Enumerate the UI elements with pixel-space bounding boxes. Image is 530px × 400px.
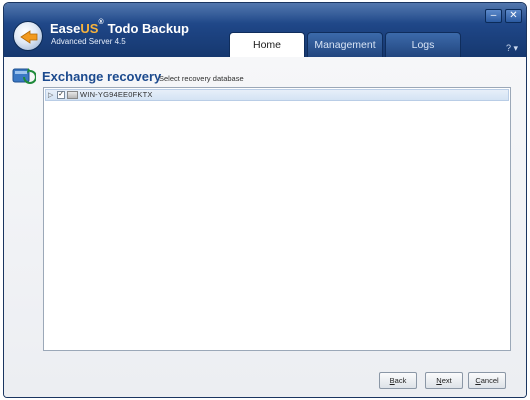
tree-item[interactable]: ▷ ✓ WIN-YG94EE0FKTX bbox=[45, 89, 509, 101]
app-logo-icon bbox=[13, 21, 43, 51]
database-tree[interactable]: ▷ ✓ WIN-YG94EE0FKTX bbox=[43, 87, 511, 351]
tab-management[interactable]: Management bbox=[307, 32, 383, 57]
brand-registered-mark: ® bbox=[98, 19, 104, 26]
app-brand: EaseUS® Todo Backup bbox=[50, 19, 189, 37]
brand-part-3: Todo Backup bbox=[107, 21, 189, 36]
main-tabs: Home Management Logs bbox=[229, 32, 463, 57]
expand-arrow-icon[interactable]: ▷ bbox=[48, 91, 53, 99]
main-window: EaseUS® Todo Backup Advanced Server 4.5 –… bbox=[3, 2, 527, 398]
close-button[interactable]: ✕ bbox=[505, 9, 522, 23]
cancel-button-label: ancel bbox=[480, 376, 499, 385]
next-button[interactable]: Next bbox=[425, 372, 463, 389]
server-icon bbox=[67, 91, 78, 99]
brand-part-2: US bbox=[80, 21, 99, 36]
minimize-button[interactable]: – bbox=[485, 9, 502, 23]
page-title: Exchange recovery bbox=[42, 69, 162, 84]
page-subtitle: Select recovery database bbox=[159, 74, 244, 83]
app-version: Advanced Server 4.5 bbox=[51, 37, 126, 46]
title-gloss bbox=[4, 3, 526, 23]
server-checkbox[interactable]: ✓ bbox=[57, 91, 65, 99]
content-area: Exchange recovery Select recovery databa… bbox=[4, 57, 526, 397]
server-label: WIN-YG94EE0FKTX bbox=[80, 90, 153, 99]
help-menu-icon[interactable]: ? ▾ bbox=[506, 43, 518, 54]
brand-part-1: Ease bbox=[50, 21, 81, 36]
title-bar: EaseUS® Todo Backup Advanced Server 4.5 –… bbox=[4, 3, 526, 57]
next-button-label: ext bbox=[441, 376, 452, 385]
cancel-button[interactable]: Cancel bbox=[468, 372, 506, 389]
back-button[interactable]: Back bbox=[379, 372, 417, 389]
tab-logs[interactable]: Logs bbox=[385, 32, 461, 57]
tab-home[interactable]: Home bbox=[229, 32, 305, 57]
exchange-recovery-icon bbox=[12, 65, 37, 85]
back-button-label: ack bbox=[394, 376, 407, 385]
window-controls: – ✕ bbox=[485, 9, 522, 23]
